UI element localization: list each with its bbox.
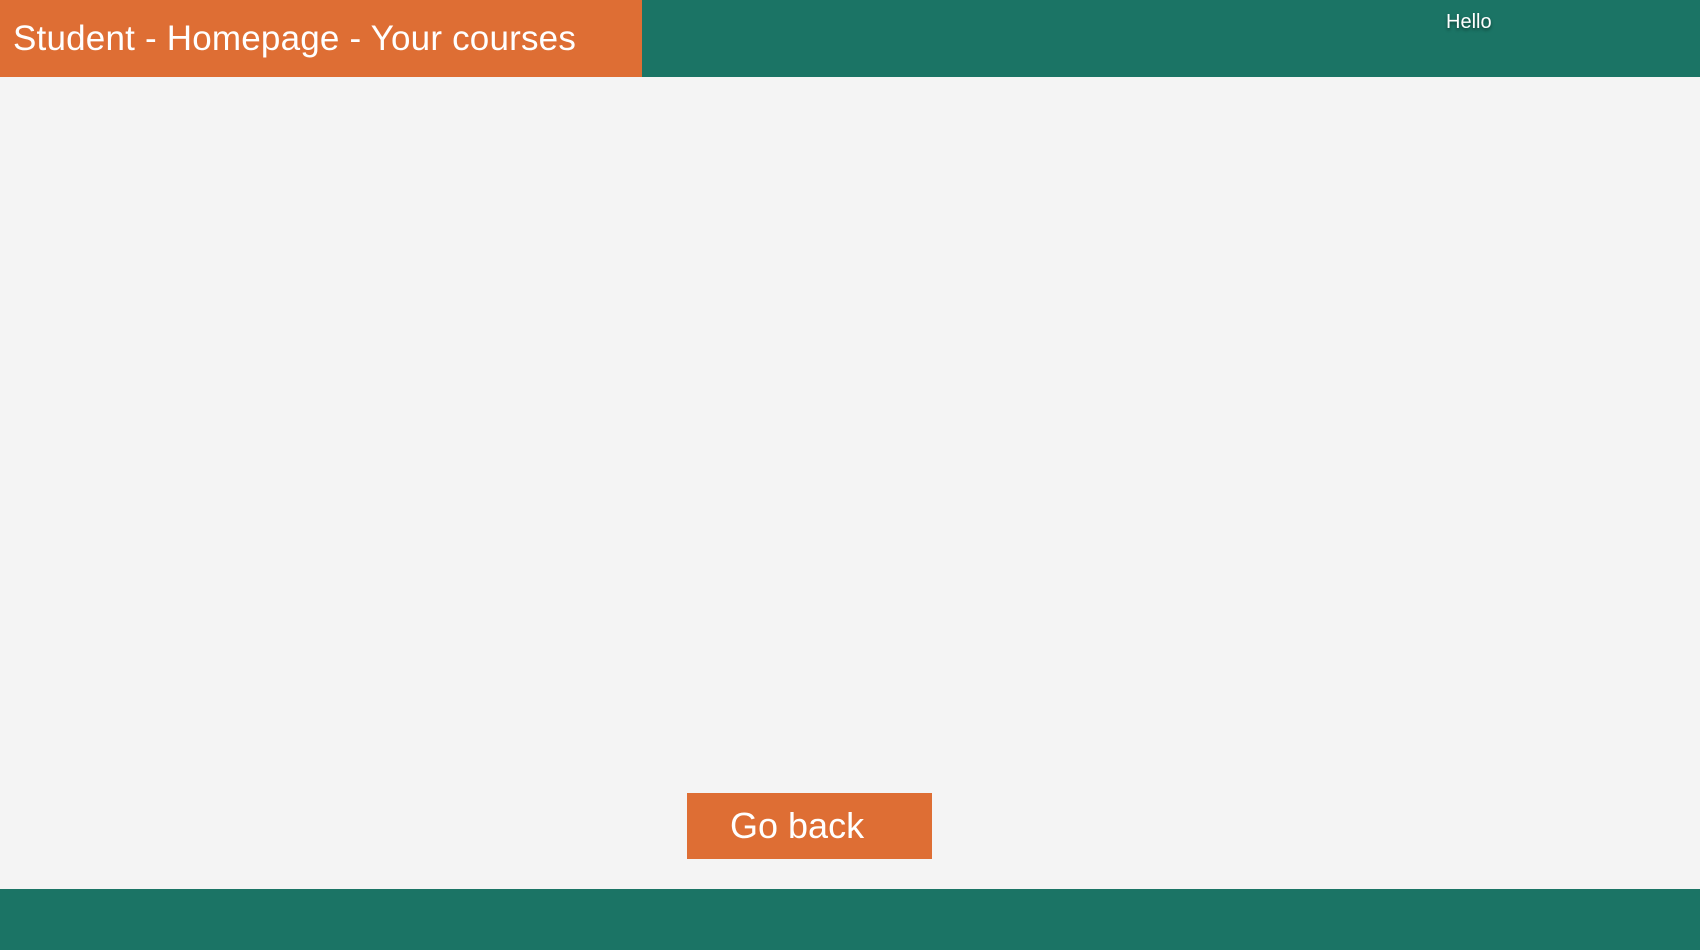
greeting-text: Hello (1446, 11, 1492, 33)
page-title: Student - Homepage - Your courses (13, 18, 577, 58)
title-block: Student - Homepage - Your courses (0, 0, 642, 77)
page: Student - Homepage - Your courses Hello … (0, 0, 1700, 950)
main-content-area (0, 77, 1700, 889)
go-back-button[interactable]: Go back (687, 793, 932, 859)
top-header-bar: Student - Homepage - Your courses Hello (0, 0, 1700, 77)
footer-bar (0, 889, 1700, 950)
